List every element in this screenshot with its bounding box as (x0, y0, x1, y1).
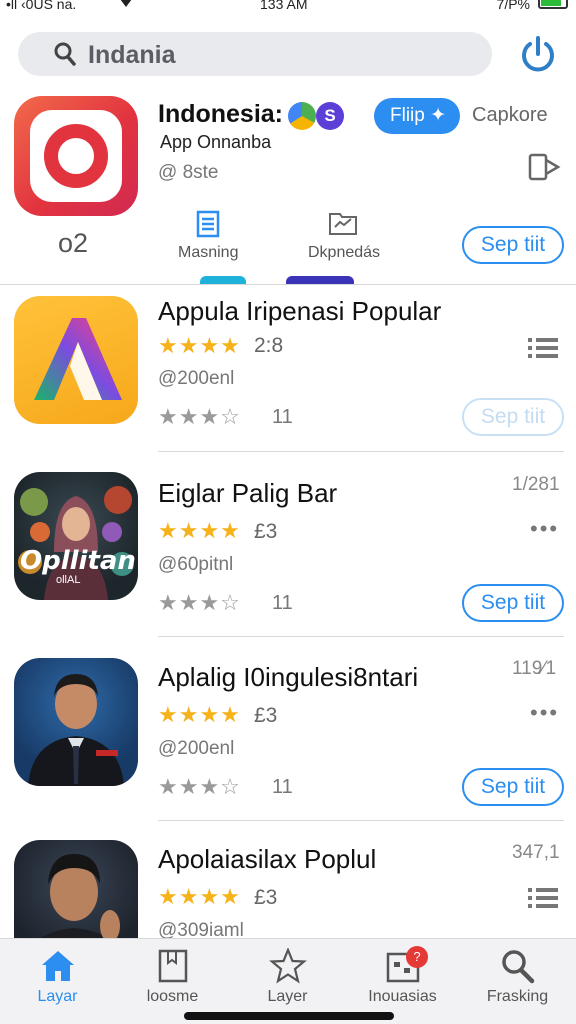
app-name[interactable]: Appula Iripenasi Popular (158, 296, 441, 327)
search-icon (501, 950, 534, 984)
capkore-link[interactable]: Capkore (472, 104, 548, 127)
featured-title: Indonesia: (158, 100, 284, 128)
tab-frasking[interactable]: Frasking (460, 938, 575, 1006)
masning-tab[interactable]: Masning (178, 244, 238, 262)
search-icon (54, 42, 76, 66)
get-button[interactable]: Sep tiit (462, 584, 564, 622)
rating-value: £3 (254, 886, 278, 909)
rating-stars: ★★★★ (158, 518, 241, 543)
carrier-label: •ll ‹0US na. (6, 0, 77, 12)
dkpnedas-tab[interactable]: Dkpnedás (308, 244, 380, 262)
flip-button[interactable]: Fliip ✦ (374, 98, 460, 134)
chart-folder-icon[interactable] (328, 210, 358, 236)
secondary-stars: ★★★☆ (158, 590, 241, 615)
document-icon[interactable] (196, 210, 220, 238)
plus-icon: ✦ (430, 105, 447, 126)
search-bar[interactable]: Indania (18, 32, 492, 76)
app-icon-appula[interactable] (14, 296, 138, 424)
flip-button-label: Fliip (390, 105, 425, 126)
get-button[interactable]: Sep tiit (462, 768, 564, 806)
tab-layar[interactable]: Layar (0, 938, 115, 1006)
featured-count: o2 (58, 228, 89, 258)
peek-icon-cyan (200, 276, 246, 284)
app-icon-aplalig[interactable] (14, 658, 138, 786)
get-button[interactable]: Sep tiit (462, 398, 564, 436)
status-bar: •ll ‹0US na. 133 AM 7/P% (0, 0, 576, 14)
tab-label: loosme (146, 988, 199, 1005)
tab-label: Layer (267, 988, 308, 1005)
app-icon-eiglar[interactable]: Opllitan ollAL (14, 472, 138, 600)
rating-value: £3 (254, 704, 278, 727)
row-divider (158, 636, 564, 637)
power-icon[interactable] (518, 34, 558, 74)
home-icon (41, 951, 74, 981)
tab-inouasias[interactable]: Inouasias (345, 938, 460, 1006)
side-number: 1/281 (512, 474, 560, 495)
search-input[interactable]: Indania (88, 41, 176, 70)
tab-label: Inouasias (368, 988, 437, 1005)
rating-stars: ★★★★ (158, 333, 241, 358)
app-icon-text: Opllitan (20, 546, 136, 576)
home-indicator[interactable] (184, 1012, 394, 1020)
wifi-icon (118, 0, 134, 12)
app-meta: @200enl (158, 738, 235, 759)
featured-app-icon[interactable] (14, 96, 138, 216)
section-divider (0, 284, 576, 285)
app-name[interactable]: Apolaiasilax Poplul (158, 844, 376, 875)
rating-stars: ★★★★ (158, 884, 241, 909)
battery-icon (538, 0, 568, 9)
review-count: 11 (272, 592, 293, 614)
more-icon[interactable]: ••• (530, 700, 559, 726)
app-meta: @200enl (158, 368, 235, 389)
colorful-badge-icon (288, 102, 316, 130)
share-icon[interactable] (528, 152, 562, 182)
battery-percent: 7/P% (496, 0, 530, 12)
row-divider (158, 820, 564, 821)
list-icon[interactable] (528, 888, 558, 908)
status-time: 133 AM (260, 0, 308, 12)
rating-value: 2:8 (254, 334, 284, 357)
notification-badge: ? (406, 946, 428, 968)
tab-loosme[interactable]: loosme (115, 938, 230, 1006)
app-name[interactable]: Eiglar Palig Bar (158, 478, 337, 509)
list-icon[interactable] (528, 338, 558, 358)
featured-get-button[interactable]: Sep tiit (462, 226, 564, 264)
more-icon[interactable]: ••• (530, 516, 559, 542)
rating-stars: ★★★★ (158, 702, 241, 727)
side-number: 119⁄1 (512, 658, 557, 679)
app-icon-subtext: ollAL (56, 574, 81, 586)
star-icon (268, 948, 307, 984)
secondary-stars: ★★★☆ (158, 404, 241, 429)
app-meta: @60pitnl (158, 554, 234, 575)
s-badge-icon: S (316, 102, 344, 130)
tab-layer[interactable]: Layer (230, 938, 345, 1006)
bookmark-icon (158, 949, 187, 983)
review-count: 11 (272, 406, 293, 428)
side-number: 347,1 (512, 842, 560, 863)
featured-subtitle: App Onnanba (160, 132, 272, 152)
peek-icon-indigo (286, 276, 354, 284)
review-count: 11 (272, 776, 293, 798)
row-divider (158, 451, 564, 452)
app-name[interactable]: Aplalig I0ingulesi8ntari (158, 662, 418, 693)
tab-label: Frasking (486, 988, 549, 1005)
featured-meta: @ 8ste (158, 162, 219, 183)
tab-label: Layar (37, 988, 78, 1005)
secondary-stars: ★★★☆ (158, 774, 241, 799)
rating-value: £3 (254, 520, 278, 543)
